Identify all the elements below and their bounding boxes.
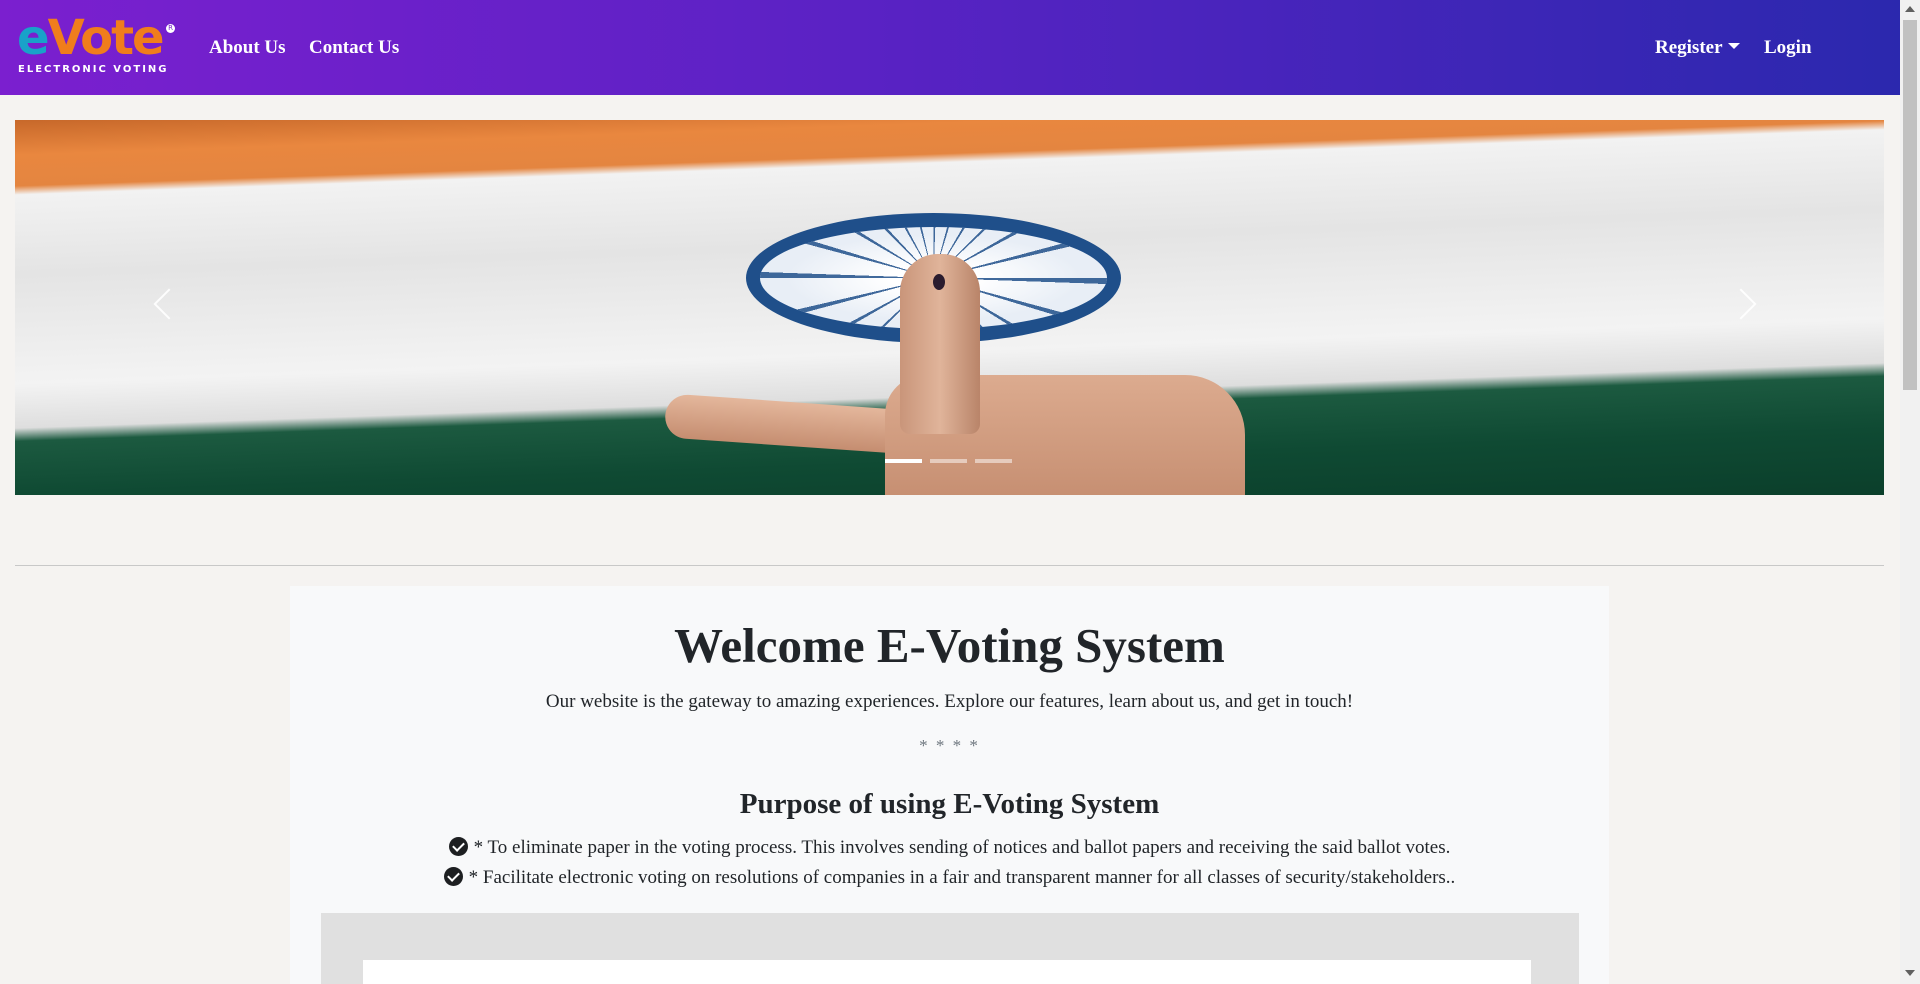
page-scrollbar[interactable] (1900, 0, 1920, 984)
carousel-prev-button[interactable] (148, 285, 185, 325)
purpose-item: * Facilitate electronic voting on resolu… (290, 866, 1609, 890)
nav-login[interactable]: Login (1764, 36, 1812, 60)
chevron-right-icon (1725, 288, 1757, 320)
register-label: Register (1655, 37, 1723, 58)
stars-separator: * * * * (919, 736, 980, 755)
welcome-section: Welcome E-Voting System Our website is t… (290, 586, 1609, 984)
check-circle-icon (443, 867, 463, 886)
content-panel (321, 913, 1579, 984)
section-divider (15, 565, 1884, 566)
navbar: eVote R ELECTRONIC VOTING About Us Conta… (0, 0, 1900, 95)
scrollbar-thumb[interactable] (1903, 20, 1917, 390)
evote-logo[interactable]: eVote R ELECTRONIC VOTING (17, 14, 177, 78)
chevron-left-icon (153, 288, 185, 320)
nav-contact-us[interactable]: Contact Us (309, 36, 399, 60)
ink-mark (933, 274, 945, 290)
scroll-down-arrow-icon[interactable] (1905, 970, 1915, 976)
hand-image-finger (663, 393, 917, 455)
carousel-indicator-1[interactable] (885, 459, 922, 463)
logo-tagline: ELECTRONIC VOTING (18, 64, 169, 75)
purpose-item-text: * Facilitate electronic voting on resolu… (468, 867, 1456, 888)
content-card (363, 960, 1531, 984)
purpose-item-text: * To eliminate paper in the voting proce… (473, 837, 1451, 858)
registered-mark-icon: R (166, 24, 175, 33)
purpose-title: Purpose of using E-Voting System (739, 788, 1160, 820)
check-circle-icon (448, 837, 468, 856)
welcome-title: Welcome E-Voting System (674, 618, 1225, 673)
welcome-lead: Our website is the gateway to amazing ex… (545, 691, 1354, 712)
hero-carousel (15, 120, 1884, 495)
scroll-up-arrow-icon[interactable] (1905, 6, 1915, 12)
logo-wordmark: eVote (17, 10, 165, 66)
carousel-indicator-3[interactable] (975, 459, 1012, 463)
nav-register-dropdown[interactable]: Register (1655, 36, 1740, 60)
carousel-next-button[interactable] (1725, 285, 1760, 325)
nav-about-us[interactable]: About Us (209, 36, 286, 60)
caret-down-icon (1727, 43, 1740, 49)
purpose-item: * To eliminate paper in the voting proce… (290, 836, 1609, 860)
carousel-indicator-2[interactable] (930, 459, 967, 463)
